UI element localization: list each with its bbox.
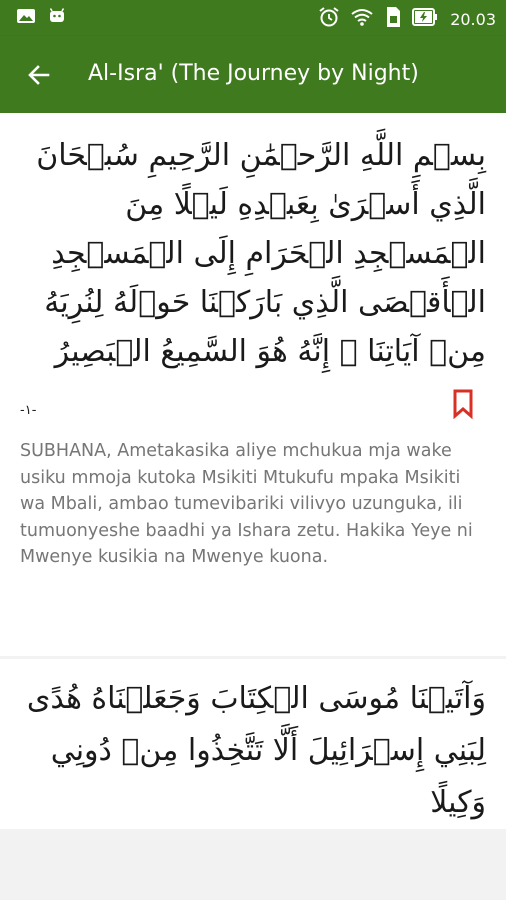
arabic-verse-text: بِسۡمِ اللَّهِ الرَّحۡمَٰنِ الرَّحِيمِ س… <box>36 138 486 369</box>
translation-text: SUBHANA, Ametakasika aliye mchukua mja w… <box>20 441 473 567</box>
status-right-icons: 20.03 <box>318 6 496 32</box>
bookmark-button[interactable] <box>452 389 474 420</box>
verse-number: -١- <box>20 403 37 418</box>
arrow-left-icon <box>28 65 50 85</box>
verse-card[interactable]: بِسۡمِ اللَّهِ الرَّحۡمَٰنِ الرَّحِيمِ س… <box>0 113 506 656</box>
status-time: 20.03 <box>450 9 496 29</box>
bookmark-icon <box>453 389 473 420</box>
status-left-icons <box>16 7 66 29</box>
sim-icon <box>384 6 402 32</box>
wifi-icon <box>350 7 374 31</box>
android-icon <box>48 7 66 29</box>
page-title: Al-Isra' (The Journey by Night) <box>88 61 419 86</box>
verse-list[interactable]: بِسۡمِ اللَّهِ الرَّحۡمَٰنِ الرَّحِيمِ س… <box>0 113 506 829</box>
battery-charging-icon <box>412 7 438 31</box>
image-icon <box>16 7 36 29</box>
arabic-verse-text: وَآتَيۡنَا مُوسَى الۡكِتَابَ وَجَعَلۡنَا… <box>26 681 486 820</box>
alarm-icon <box>318 6 340 32</box>
verse-card[interactable]: وَآتَيۡنَا مُوسَى الۡكِتَابَ وَجَعَلۡنَا… <box>0 659 506 829</box>
status-bar: 20.03 <box>0 0 506 36</box>
app-bar: Al-Isra' (The Journey by Night) <box>0 36 506 113</box>
back-button[interactable] <box>22 58 56 92</box>
